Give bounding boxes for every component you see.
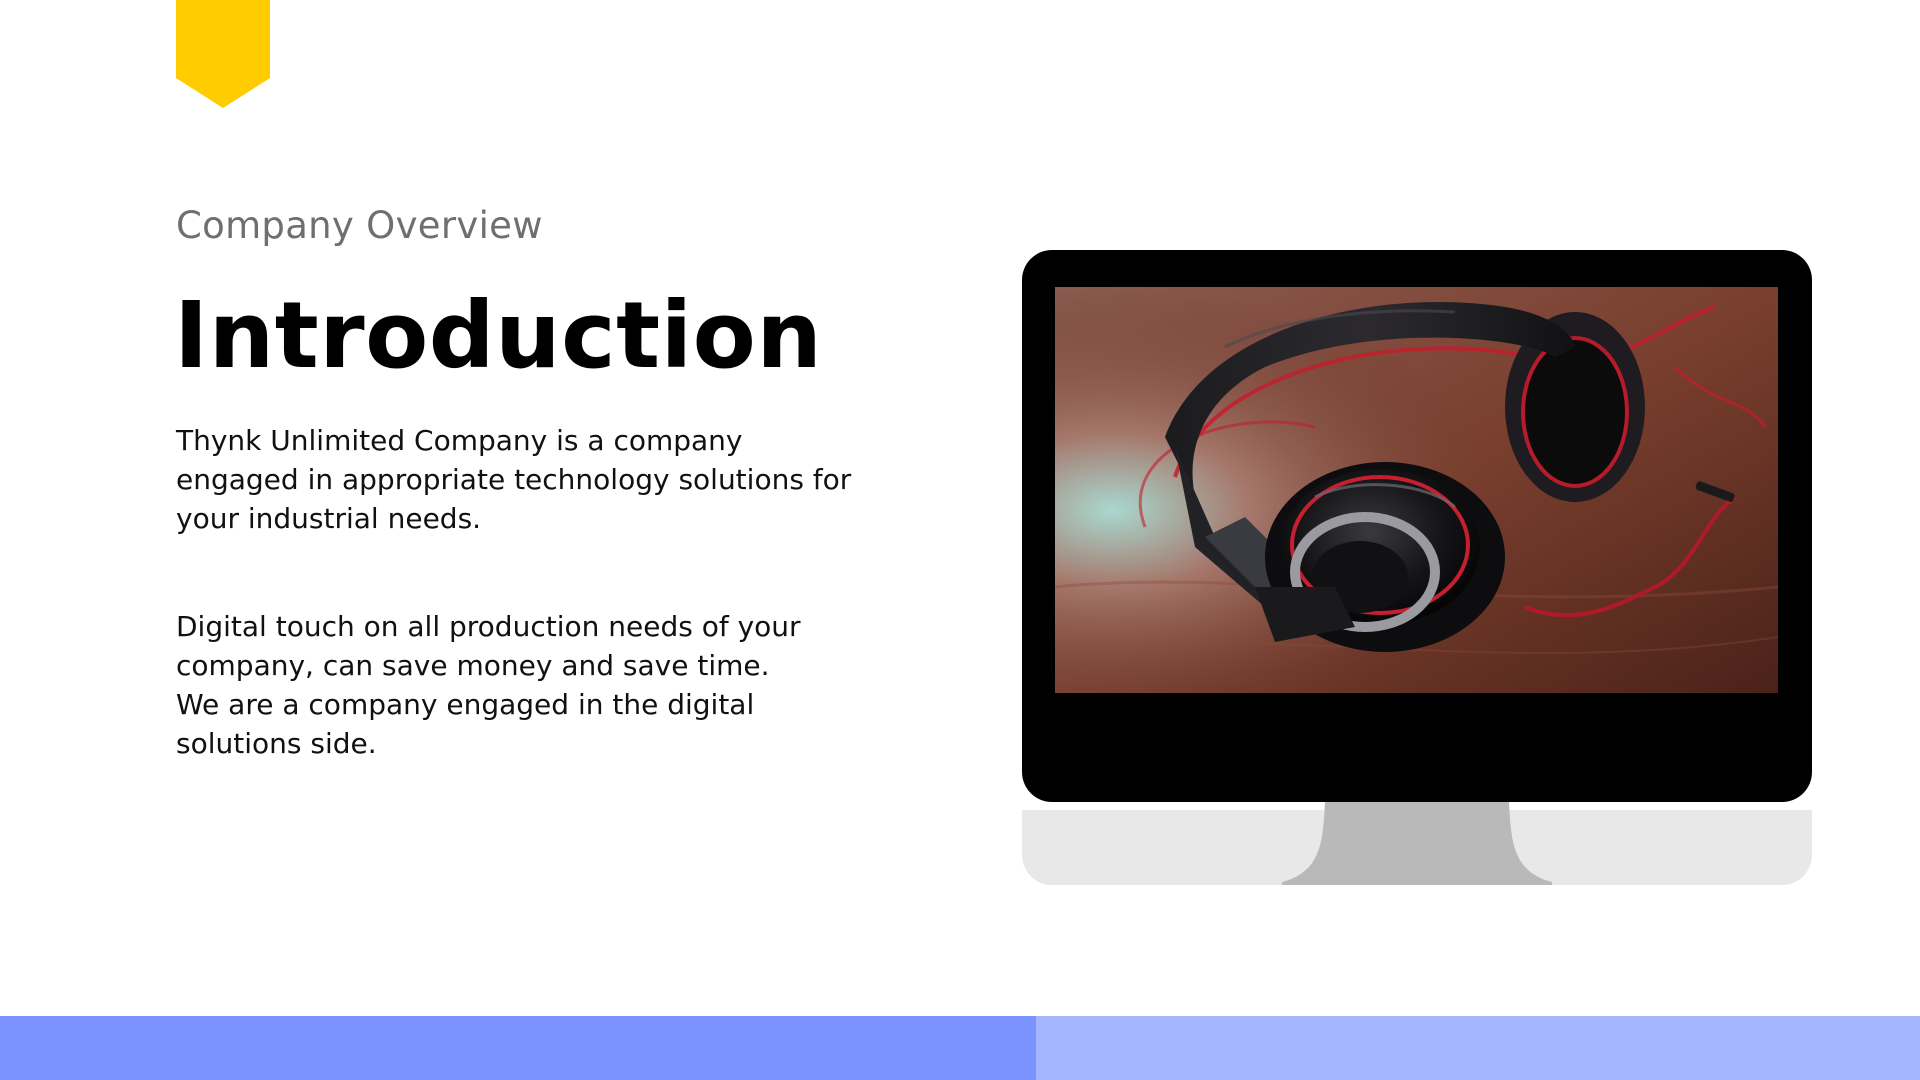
intro-paragraph-line: engaged in appropriate technology soluti… bbox=[176, 463, 852, 496]
section-kicker: Company Overview bbox=[176, 204, 543, 247]
detail-paragraph-line: company, can save money and save time. bbox=[176, 649, 770, 682]
detail-paragraph-line: We are a company engaged in the digital bbox=[176, 688, 755, 721]
slide-title: Introduction bbox=[174, 282, 823, 389]
intro-paragraph-line: your industrial needs. bbox=[176, 502, 482, 535]
monitor-stand bbox=[1282, 802, 1552, 885]
monitor-bezel bbox=[1022, 250, 1812, 802]
monitor-screen bbox=[1055, 287, 1778, 693]
headphones-photo bbox=[1055, 287, 1778, 693]
desktop-monitor-icon bbox=[1022, 250, 1812, 885]
footer-bar-right bbox=[1036, 1016, 1920, 1080]
intro-paragraph-line: Thynk Unlimited Company is a company bbox=[176, 424, 743, 457]
footer-bar-left bbox=[0, 1016, 1036, 1080]
detail-paragraph: Digital touch on all production needs of… bbox=[176, 607, 896, 763]
detail-paragraph-line: Digital touch on all production needs of… bbox=[176, 610, 801, 643]
detail-paragraph-line: solutions side. bbox=[176, 727, 377, 760]
intro-paragraph: Thynk Unlimited Company is a company eng… bbox=[176, 421, 896, 538]
bookmark-ribbon-icon bbox=[176, 0, 270, 108]
